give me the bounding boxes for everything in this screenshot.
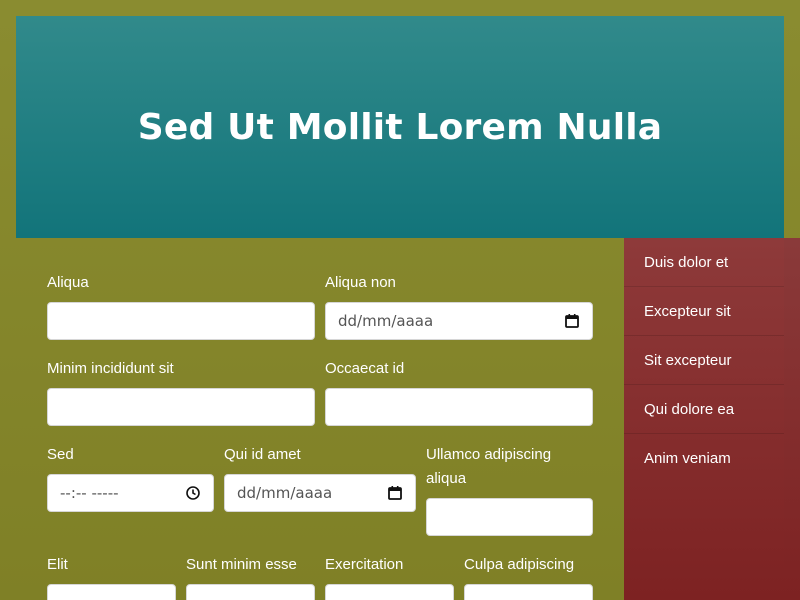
field-ullamco: Ullamco adipiscing aliqua — [426, 443, 593, 491]
date-placeholder: dd/mm/aaaa — [237, 484, 333, 502]
sidebar-item-anim-veniam[interactable]: Anim veniam — [624, 434, 784, 483]
field-label: Aliqua — [47, 274, 89, 291]
field-exercitation: Exercitation — [325, 553, 403, 577]
field-label: Elit — [47, 556, 68, 573]
field-label: Sed — [47, 446, 74, 463]
sidebar-item-qui-dolore-ea[interactable]: Qui dolore ea — [624, 385, 784, 434]
sidebar-item-label: Duis dolor et — [644, 254, 729, 271]
sidebar-item-label: Excepteur sit — [644, 303, 731, 320]
calendar-icon[interactable] — [387, 485, 403, 501]
occaecat-input[interactable] — [325, 388, 593, 426]
field-label: Exercitation — [325, 556, 404, 573]
aliqua-non-date-input[interactable]: dd/mm/aaaa — [325, 302, 593, 340]
field-label: Sunt minim esse — [186, 556, 297, 573]
date-placeholder: dd/mm/aaaa — [338, 312, 434, 330]
field-qui-id-amet: Qui id amet — [224, 443, 301, 467]
page-header: Sed Ut Mollit Lorem Nulla — [16, 16, 784, 238]
field-sed: Sed — [47, 443, 74, 467]
aliqua-input[interactable] — [47, 302, 315, 340]
field-occaecat: Occaecat id — [325, 357, 404, 381]
ullamco-input[interactable] — [426, 498, 593, 536]
time-placeholder: --:-- ----- — [60, 484, 119, 502]
sidebar-item-excepteur-sit[interactable]: Excepteur sit — [624, 287, 784, 336]
calendar-icon[interactable] — [564, 313, 580, 329]
field-aliqua-non: Aliqua non — [325, 271, 396, 295]
culpa-adipiscing-input[interactable] — [464, 584, 593, 600]
sed-time-input[interactable]: --:-- ----- — [47, 474, 214, 512]
field-label: Occaecat id — [325, 360, 405, 377]
field-aliqua: Aliqua — [47, 271, 89, 295]
minim-incididunt-input[interactable] — [47, 388, 315, 426]
field-label: Minim incididunt sit — [47, 360, 174, 377]
field-sunt: Sunt minim esse — [186, 553, 297, 577]
sidebar-item-label: Sit excepteur — [644, 352, 732, 369]
sidebar-item-label: Anim veniam — [644, 450, 731, 467]
sidebar-item-duis-dolor-et[interactable]: Duis dolor et — [624, 238, 784, 287]
field-elit: Elit — [47, 553, 68, 577]
field-minim: Minim incididunt sit — [47, 357, 174, 381]
qui-id-amet-date-input[interactable]: dd/mm/aaaa — [224, 474, 416, 512]
sunt-minim-esse-input[interactable] — [186, 584, 315, 600]
clock-icon[interactable] — [185, 485, 201, 501]
exercitation-input[interactable] — [325, 584, 454, 600]
sidebar-item-label: Qui dolore ea — [644, 401, 735, 418]
field-label: Culpa adipiscing — [464, 556, 575, 573]
field-label: Aliqua non — [325, 274, 396, 291]
page-title: Sed Ut Mollit Lorem Nulla — [137, 106, 663, 148]
field-culpa: Culpa adipiscing — [464, 553, 574, 577]
field-label: Ullamco adipiscing aliqua — [426, 446, 552, 487]
sidebar-nav: Duis dolor et Excepteur sit Sit excepteu… — [624, 238, 784, 600]
elit-input[interactable] — [47, 584, 176, 600]
field-label: Qui id amet — [224, 446, 301, 463]
sidebar-item-sit-excepteur[interactable]: Sit excepteur — [624, 336, 784, 385]
sidebar-edge — [784, 238, 800, 600]
